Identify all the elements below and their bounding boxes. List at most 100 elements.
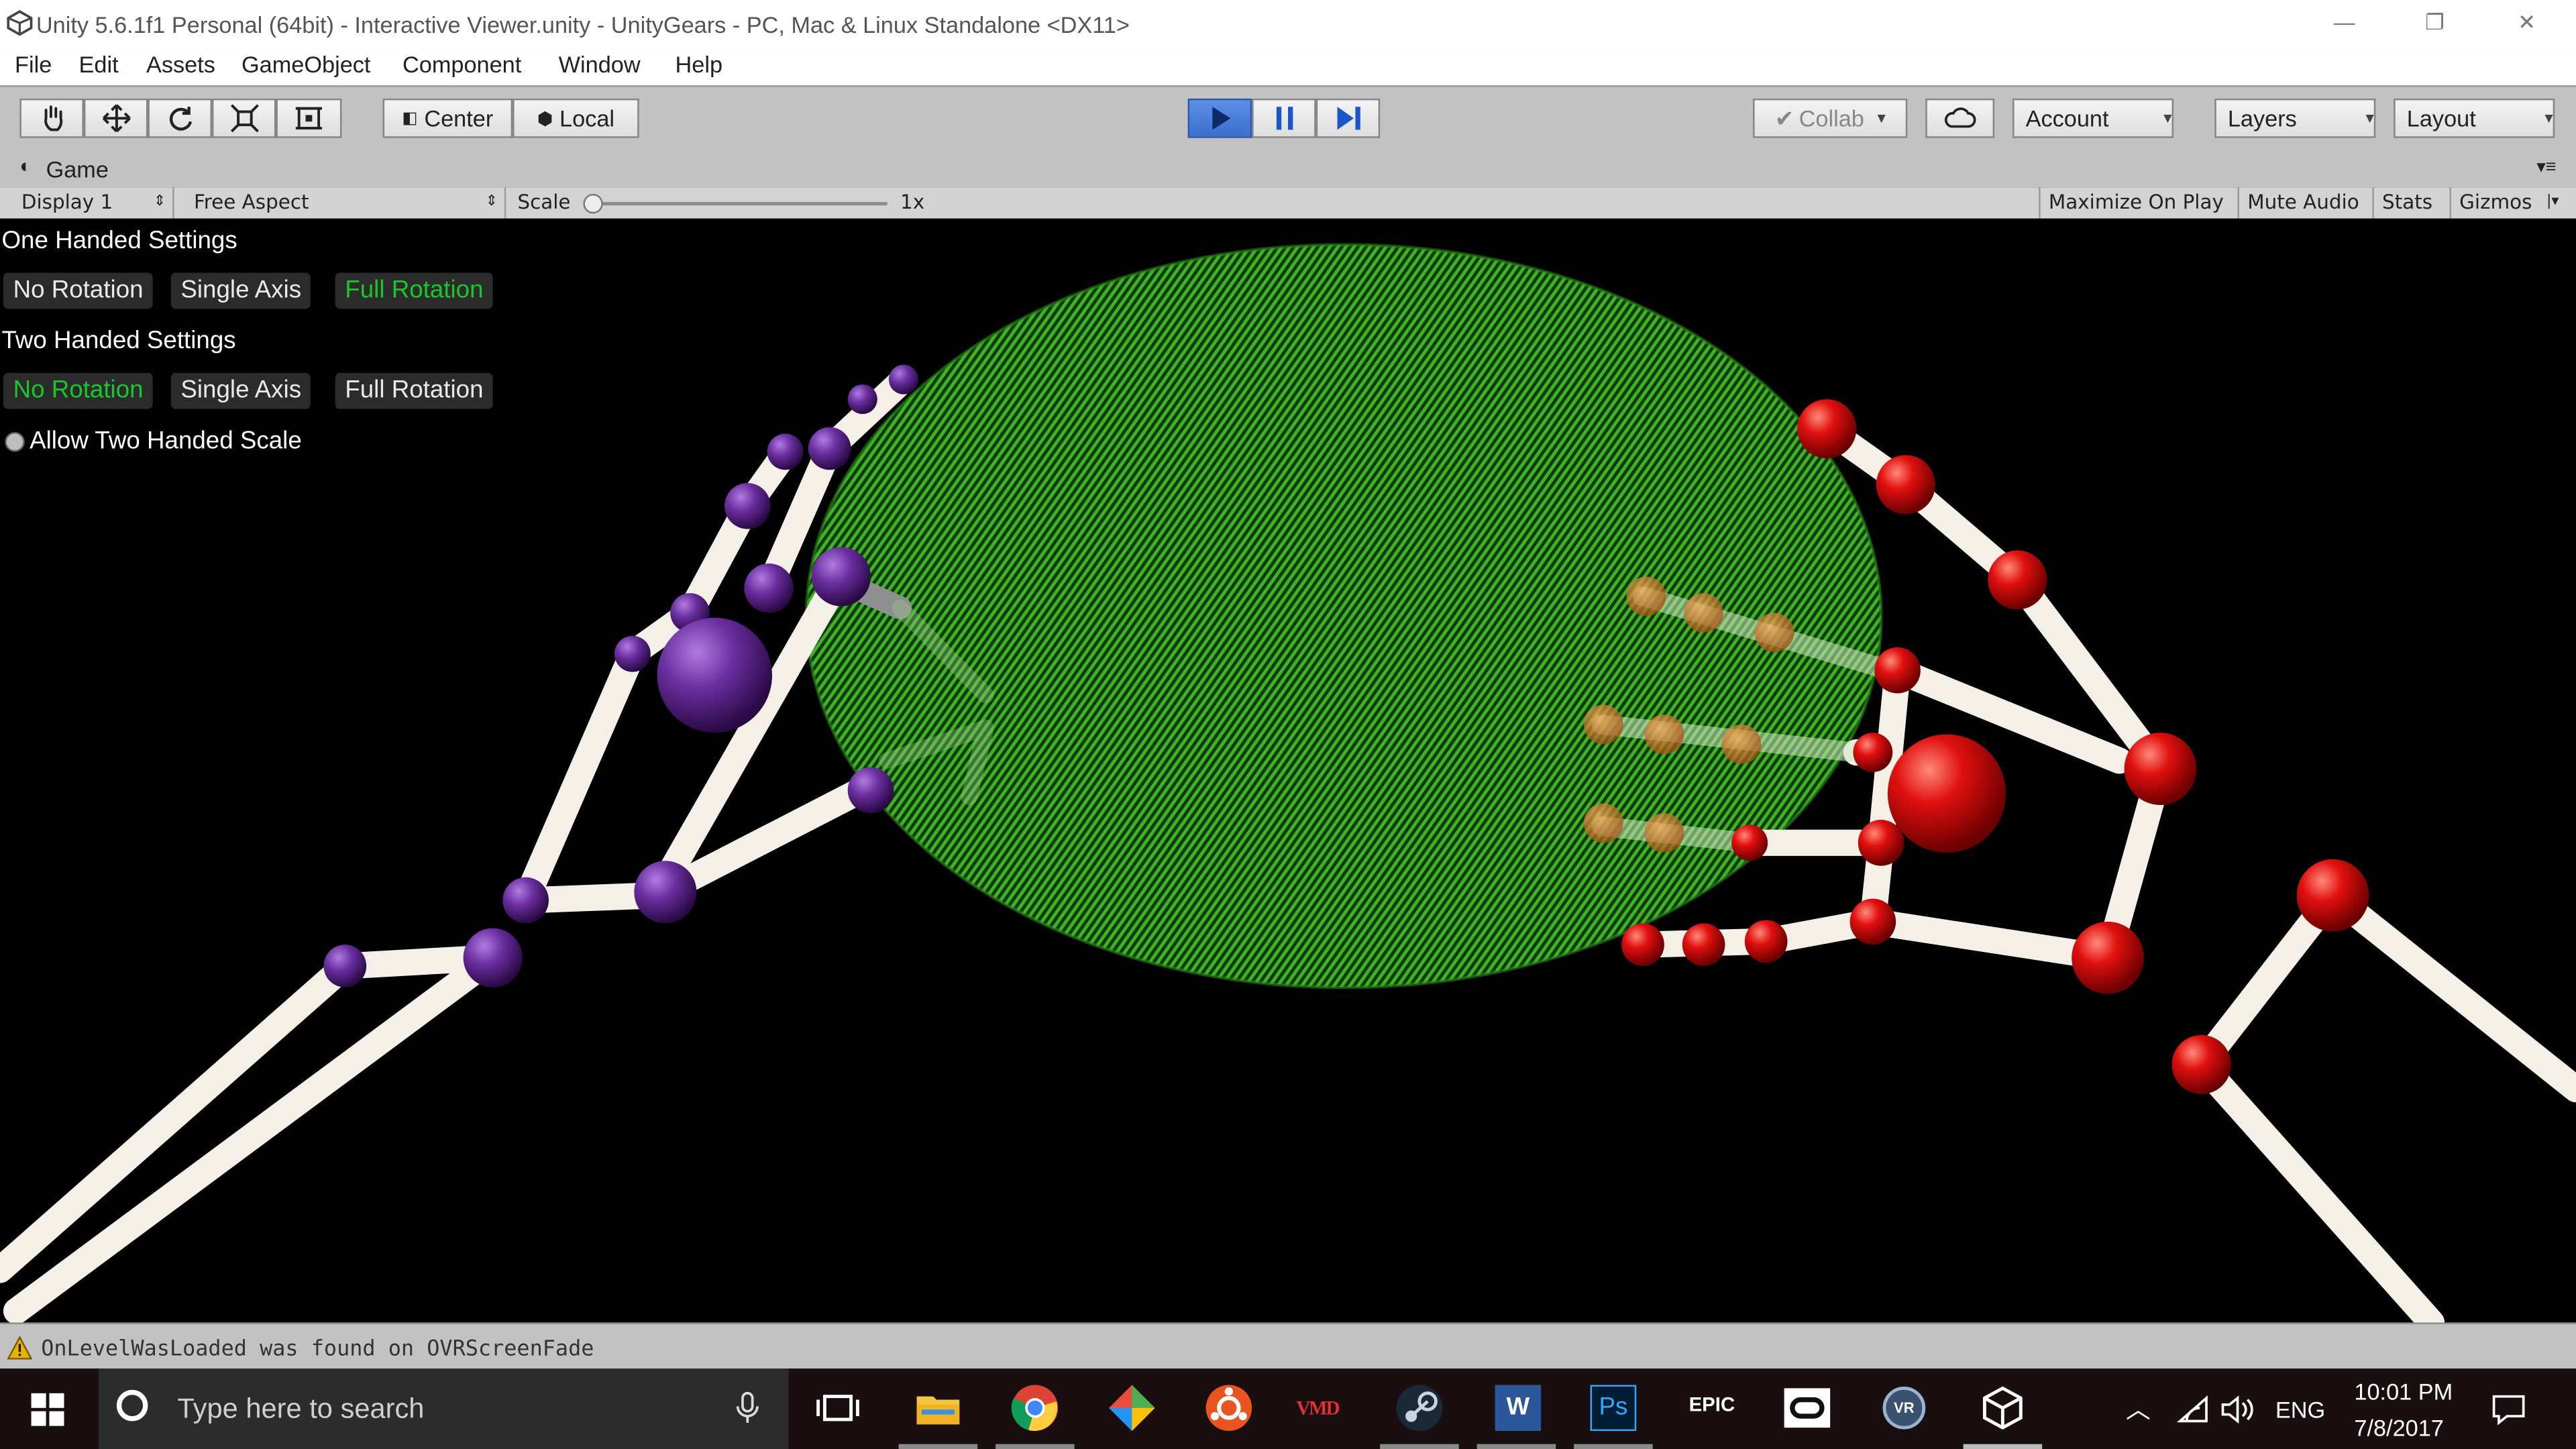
clock-time[interactable]: 10:01 PM — [2354, 1379, 2453, 1405]
two-handed-full-rotation-button[interactable]: Full Rotation — [335, 372, 494, 409]
tray-chevron-up-icon[interactable]: ︿ — [2126, 1391, 2151, 1426]
updown-icon: ⇕ — [153, 193, 166, 211]
console-status-bar[interactable]: OnLevelWasLoaded was found on OVRScreenF… — [0, 1322, 2576, 1371]
search-placeholder: Type here to search — [177, 1393, 425, 1425]
one-handed-title: One Handed Settings — [1, 226, 237, 255]
console-message: OnLevelWasLoaded was found on OVRScreenF… — [41, 1337, 594, 1362]
steamvr-icon[interactable]: VR — [1882, 1386, 1926, 1430]
language-indicator[interactable]: ENG — [2275, 1397, 2325, 1423]
game-viewport[interactable]: One Handed Settings No Rotation Single A… — [0, 218, 2576, 1323]
volume-icon[interactable] — [2220, 1395, 2256, 1424]
menu-file[interactable]: File — [15, 51, 52, 77]
rotate-tool-button[interactable] — [148, 98, 212, 138]
left-hand — [0, 366, 917, 1323]
updown-icon: ⇕ — [485, 193, 498, 211]
pivot-local-button[interactable]: ⬢ Local — [513, 98, 639, 138]
chrome-icon[interactable] — [1009, 1382, 1061, 1434]
display-label: Display 1 — [21, 191, 113, 214]
warning-icon — [7, 1336, 33, 1360]
two-handed-no-rotation-button[interactable]: No Rotation — [3, 372, 154, 409]
layers-dropdown[interactable]: Layers — [2214, 98, 2376, 138]
maximize-label: Maximize On Play — [2048, 191, 2224, 214]
gitkraken-icon[interactable] — [1106, 1382, 1158, 1434]
clock-date[interactable]: 7/8/2017 — [2354, 1415, 2443, 1441]
step-icon — [1336, 107, 1360, 130]
rotate-icon — [168, 107, 191, 131]
account-dropdown[interactable]: Account — [2012, 98, 2174, 138]
menu-edit[interactable]: Edit — [79, 51, 119, 77]
move-icon — [101, 104, 130, 133]
file-explorer-icon[interactable] — [912, 1382, 964, 1434]
gizmos-label: Gizmos — [2459, 191, 2532, 214]
one-handed-single-axis-button[interactable]: Single Axis — [170, 272, 311, 309]
panel-menu-icon[interactable]: ▾≡ — [2536, 156, 2556, 177]
menu-assets[interactable]: Assets — [146, 51, 215, 77]
scale-slider-track[interactable] — [591, 202, 888, 206]
menu-bar: File Edit Assets GameObject Component Wi… — [0, 49, 2576, 86]
epic-label: EPIC — [1688, 1393, 1735, 1417]
layers-label: Layers — [2227, 105, 2297, 131]
microphone-icon[interactable] — [736, 1391, 759, 1424]
steam-icon[interactable] — [1393, 1382, 1446, 1434]
scale-tool-button[interactable] — [211, 98, 276, 138]
rect-tool-button[interactable] — [276, 98, 342, 138]
vmd-app-icon[interactable]: VMD — [1296, 1397, 1355, 1421]
taskbar-search-box[interactable]: Type here to search — [98, 1368, 789, 1449]
hand-tool-button[interactable] — [19, 98, 84, 138]
cortana-icon — [116, 1389, 148, 1421]
minimize-button[interactable]: — — [2306, 0, 2382, 49]
game-options-bar: Display 1 ⇕ Free Aspect ⇕ Scale 1x Maxim… — [0, 187, 2576, 221]
scale-slider-thumb[interactable] — [583, 193, 603, 214]
pause-button[interactable] — [1252, 98, 1316, 138]
layout-dropdown[interactable]: Layout — [2394, 98, 2555, 138]
word-icon[interactable]: W — [1495, 1385, 1542, 1432]
unity-logo-icon — [7, 10, 33, 36]
oculus-icon[interactable] — [1781, 1382, 1833, 1434]
unity-taskbar-icon[interactable] — [1976, 1382, 2029, 1434]
menu-component[interactable]: Component — [402, 51, 521, 77]
step-button[interactable] — [1316, 98, 1381, 138]
one-handed-full-rotation-button[interactable]: Full Rotation — [335, 272, 494, 309]
aspect-dropdown[interactable]: Free Aspect ⇕ — [186, 187, 506, 219]
scale-value: 1x — [900, 191, 925, 214]
photoshop-icon[interactable]: Ps — [1590, 1385, 1637, 1432]
menu-window[interactable]: Window — [559, 51, 641, 77]
allow-scale-checkbox[interactable] — [5, 432, 25, 452]
scale-control: Scale 1x — [509, 187, 953, 219]
epic-games-icon[interactable]: EPIC — [1689, 1388, 1735, 1431]
gizmos-dropdown[interactable]: Gizmos |▾ — [2451, 187, 2576, 219]
close-button[interactable]: ✕ — [2489, 0, 2565, 49]
local-label: Local — [559, 105, 615, 131]
menu-gameobject[interactable]: GameObject — [241, 51, 370, 77]
two-handed-title: Two Handed Settings — [1, 327, 236, 355]
play-button[interactable] — [1187, 98, 1252, 138]
task-view-icon[interactable] — [812, 1382, 864, 1434]
one-handed-no-rotation-button[interactable]: No Rotation — [3, 272, 154, 309]
menu-help[interactable]: Help — [676, 51, 723, 77]
vr-label: VR — [1894, 1399, 1915, 1417]
restore-button[interactable]: ❐ — [2397, 0, 2473, 49]
layout-label: Layout — [2406, 105, 2476, 131]
ubuntu-icon[interactable] — [1203, 1382, 1255, 1434]
rect-tool-icon — [295, 107, 323, 129]
cloud-button[interactable] — [1925, 98, 1995, 138]
scale-icon — [229, 104, 258, 133]
game-tab-bar: ◐ Game ▾≡ — [0, 151, 2576, 188]
pivot-center-button[interactable]: ◧ Center — [382, 98, 513, 138]
pivot-label: Center — [424, 105, 494, 131]
main-toolbar: ◧ Center ⬢ Local ✔ Collab Account Layers — [0, 85, 2576, 153]
windows-start-icon[interactable] — [31, 1393, 64, 1426]
collab-dropdown[interactable]: ✔ Collab — [1753, 98, 1908, 138]
collab-label: Collab — [1799, 105, 1864, 131]
maximize-on-play-toggle[interactable]: Maximize On Play — [2039, 187, 2239, 219]
allow-scale-label: Allow Two Handed Scale — [30, 427, 302, 455]
wifi-icon[interactable] — [2176, 1395, 2210, 1424]
scale-label: Scale — [517, 191, 571, 214]
mute-audio-toggle[interactable]: Mute Audio — [2239, 187, 2374, 219]
two-handed-single-axis-button[interactable]: Single Axis — [170, 372, 311, 409]
stats-toggle[interactable]: Stats — [2374, 187, 2451, 219]
move-tool-button[interactable] — [83, 98, 148, 138]
game-tab[interactable]: Game — [46, 156, 109, 182]
display-dropdown[interactable]: Display 1 ⇕ — [13, 187, 174, 219]
action-center-icon[interactable] — [2491, 1393, 2527, 1426]
